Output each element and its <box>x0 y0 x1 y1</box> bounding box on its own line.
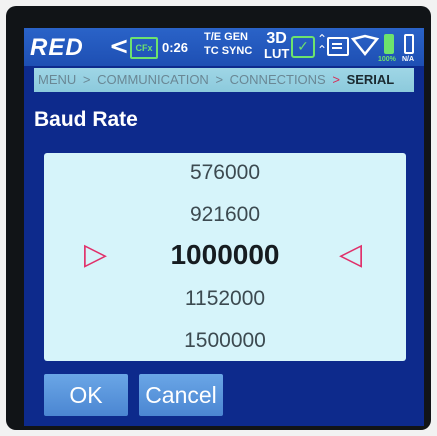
cancel-button[interactable]: Cancel <box>139 374 223 416</box>
battery-empty-icon <box>404 34 414 54</box>
breadcrumb-separator: > <box>215 72 224 87</box>
status-bar: RED < CFx 0:26 T/E GEN TC SYNC 3D LUT ✓ … <box>24 28 424 66</box>
lut-3d-indicator[interactable]: 3D LUT <box>264 30 290 62</box>
lut-text: LUT <box>264 46 290 61</box>
breadcrumb-connections[interactable]: CONNECTIONS <box>230 68 326 92</box>
check-icon[interactable]: ✓ <box>291 36 315 58</box>
ok-button[interactable]: OK <box>44 374 128 416</box>
touch-screen: RED < CFx 0:26 T/E GEN TC SYNC 3D LUT ✓ … <box>24 28 424 426</box>
cfx-icon[interactable]: CFx <box>130 37 158 59</box>
picker-option[interactable]: 921600 <box>44 203 406 227</box>
battery-icon <box>384 34 394 54</box>
picker-option[interactable]: 1500000 <box>44 329 406 353</box>
camera-device: RED < CFx 0:26 T/E GEN TC SYNC 3D LUT ✓ … <box>6 6 431 430</box>
breadcrumb-current: SERIAL <box>346 72 395 87</box>
shield-icon[interactable] <box>350 34 380 58</box>
red-logo: RED <box>30 34 84 61</box>
breadcrumb: MENU > COMMUNICATION > CONNECTIONS > SER… <box>34 68 414 92</box>
breadcrumb-menu[interactable]: MENU <box>38 68 76 92</box>
updown-icon: ⌃ ⌃ <box>317 32 328 57</box>
breadcrumb-separator: > <box>82 72 91 87</box>
back-icon[interactable]: < <box>109 32 129 60</box>
battery1-label: 100% <box>378 56 396 63</box>
baud-rate-picker[interactable]: 576000 921600 1000000 ▷ ◁ 1152000 150000… <box>44 153 406 361</box>
monitor-icon[interactable] <box>327 37 349 56</box>
selection-right-arrow-icon: ◁ <box>339 237 363 272</box>
lut-3d-text: 3D <box>266 30 287 47</box>
dialog-title: Baud Rate <box>34 108 138 131</box>
picker-option[interactable]: 1152000 <box>44 287 406 311</box>
te-gen-label: T/E GEN <box>204 31 249 43</box>
breadcrumb-communication[interactable]: COMMUNICATION <box>97 68 209 92</box>
battery2-label: N/A <box>402 56 415 63</box>
breadcrumb-separator-active: > <box>332 72 340 87</box>
tc-sync-label: TC SYNC <box>204 45 253 57</box>
timer: 0:26 <box>162 40 189 55</box>
picker-option[interactable]: 576000 <box>44 161 406 185</box>
selection-left-arrow-icon: ▷ <box>84 237 108 272</box>
